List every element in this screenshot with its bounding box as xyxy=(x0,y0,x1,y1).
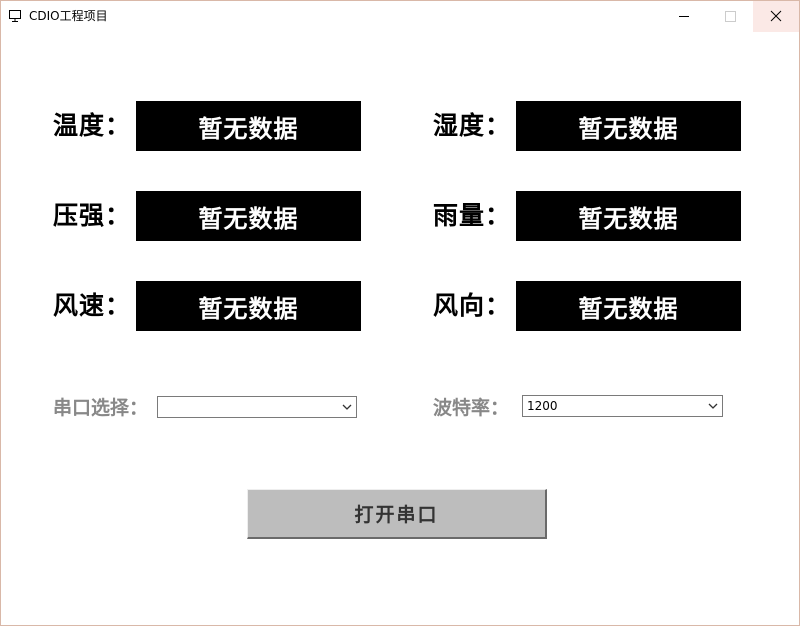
baud-rate-label: 波特率： xyxy=(433,397,510,419)
close-icon xyxy=(770,10,782,22)
chevron-down-icon xyxy=(708,403,718,409)
window-title: CDIO工程项目 xyxy=(29,9,108,23)
minimize-button[interactable] xyxy=(661,1,707,32)
minimize-icon xyxy=(679,16,689,17)
temperature-label: 温度： xyxy=(53,111,132,140)
baud-rate-select[interactable]: 1200 xyxy=(522,395,723,417)
humidity-label: 湿度： xyxy=(433,111,512,140)
wind-direction-value: 暂无数据 xyxy=(516,281,741,331)
chevron-down-icon xyxy=(342,404,352,410)
close-button[interactable] xyxy=(753,1,799,32)
title-bar[interactable]: CDIO工程项目 xyxy=(1,1,799,32)
maximize-button[interactable] xyxy=(707,1,753,32)
main-window: CDIO工程项目 温度： 暂无数据 湿度： 暂无数据 压强： 暂无数据 雨量： … xyxy=(0,0,800,626)
wind-speed-label: 风速： xyxy=(53,291,132,320)
wind-direction-label: 风向： xyxy=(433,291,512,320)
rainfall-label: 雨量： xyxy=(433,201,512,230)
monitor-icon xyxy=(9,10,21,22)
baud-rate-value: 1200 xyxy=(527,399,558,413)
temperature-value: 暂无数据 xyxy=(136,101,361,151)
serial-port-label: 串口选择： xyxy=(53,397,149,419)
pressure-value: 暂无数据 xyxy=(136,191,361,241)
rainfall-value: 暂无数据 xyxy=(516,191,741,241)
serial-port-select[interactable] xyxy=(157,396,357,418)
wind-speed-value: 暂无数据 xyxy=(136,281,361,331)
humidity-value: 暂无数据 xyxy=(516,101,741,151)
maximize-icon xyxy=(725,11,736,22)
open-serial-port-button[interactable]: 打开串口 xyxy=(247,489,547,539)
pressure-label: 压强： xyxy=(53,201,132,230)
